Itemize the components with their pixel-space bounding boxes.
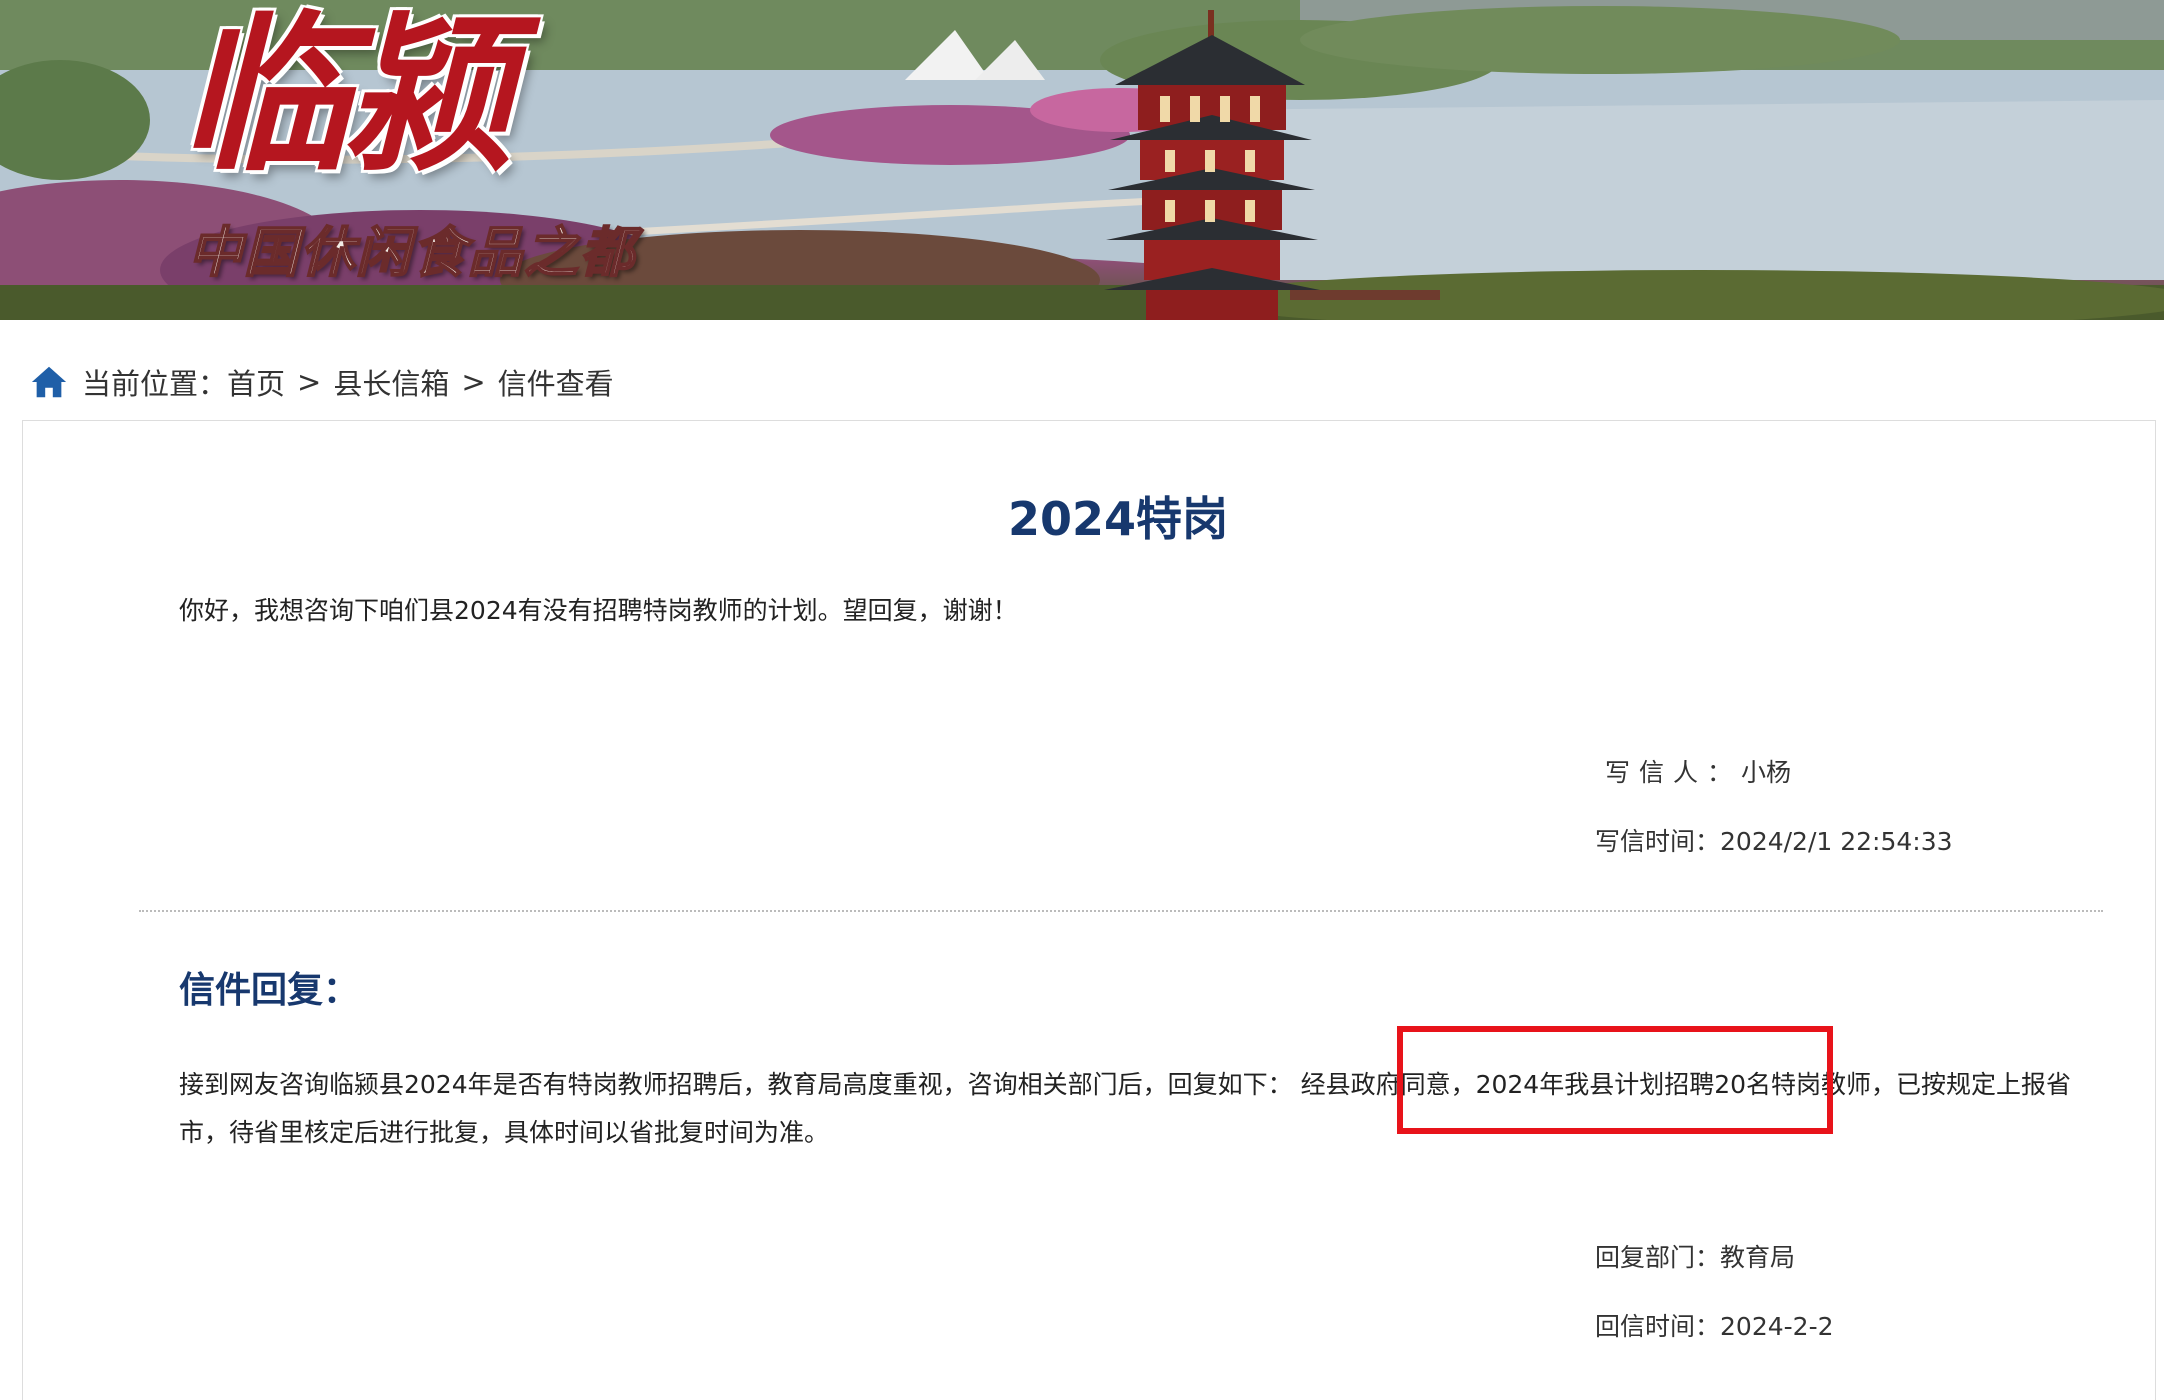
- reply-time-value: 2024-2-2: [1720, 1312, 1834, 1341]
- breadcrumb-mayor-mailbox-link[interactable]: 县长信箱: [333, 361, 449, 403]
- letter-body: 你好，我想咨询下咱们县2024有没有招聘特岗教师的计划。望回复，谢谢！: [179, 596, 1018, 625]
- reply-text-highlight: 2024年我县计划招聘20名特岗教师: [1475, 1070, 1872, 1099]
- reply-dept-label: 回复部门：: [1595, 1243, 1721, 1272]
- breadcrumb-prefix: 当前位置：: [82, 367, 228, 401]
- reply-body: 接到网友咨询临颍县2024年是否有特岗教师招聘后，教育局高度重视，咨询相关部门后…: [179, 1061, 2079, 1157]
- writer-label: 写信人：: [1605, 758, 1742, 787]
- writer-value: 小杨: [1741, 758, 1792, 787]
- letter-content-panel: 2024特岗 你好，我想咨询下咱们县2024有没有招聘特岗教师的计划。望回复，谢…: [22, 420, 2156, 1400]
- reply-text-before: 接到网友咨询临颍县2024年是否有特岗教师招聘后，教育局高度重视，咨询相关部门后…: [179, 1070, 1476, 1099]
- letter-time-label: 写信时间：: [1595, 827, 1721, 856]
- reply-dept-value: 教育局: [1720, 1243, 1796, 1272]
- home-icon[interactable]: [30, 363, 68, 401]
- breadcrumb-home-link[interactable]: 首页: [227, 361, 285, 403]
- reply-heading: 信件回复：: [179, 970, 360, 1011]
- logo-slogan: 中国休闲食品之都: [187, 219, 636, 285]
- reply-department: 回复部门：教育局: [1595, 1238, 1795, 1274]
- letter-time: 写信时间：2024/2/1 22:54:33: [1595, 822, 1953, 858]
- letter-time-value: 2024/2/1 22:54:33: [1720, 827, 1953, 856]
- logo-linying: 临颍: [180, 0, 514, 195]
- section-divider: [139, 910, 2103, 912]
- breadcrumb-separator: >: [297, 365, 322, 399]
- letter-title: 2024特岗: [1007, 492, 1229, 546]
- reply-time: 回信时间：2024-2-2: [1595, 1307, 1834, 1343]
- header-banner: 临颍 中国休闲食品之都: [0, 0, 2164, 320]
- breadcrumb-separator: >: [461, 365, 486, 399]
- breadcrumb-current: 信件查看: [497, 367, 614, 401]
- reply-time-label: 回信时间：: [1595, 1312, 1721, 1341]
- breadcrumb: 当前位置： 首页 > 县长信箱 > 信件查看: [30, 360, 614, 404]
- letter-writer: 写信人：小杨: [1595, 753, 1791, 789]
